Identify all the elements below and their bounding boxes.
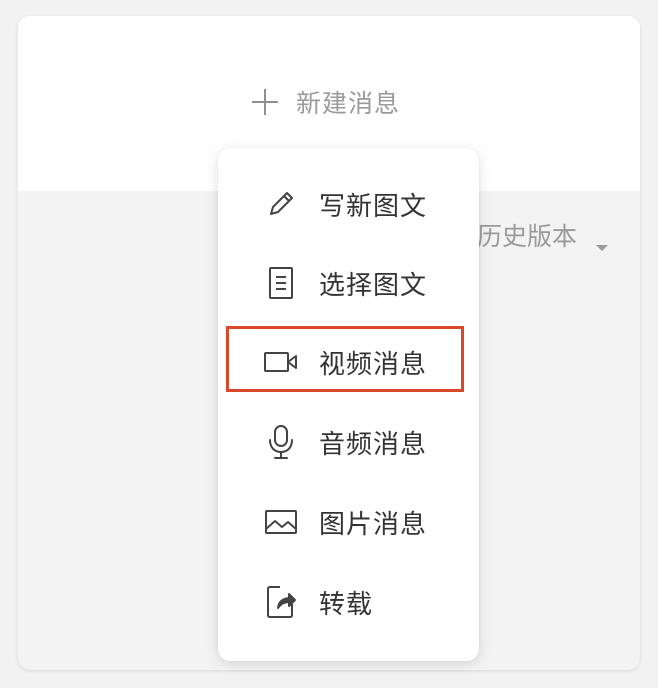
plus-icon: [250, 87, 280, 117]
caret-down-icon: [595, 230, 609, 251]
new-message-label: 新建消息: [296, 89, 401, 118]
menu-item-label: 转载: [319, 589, 374, 620]
menu-item-audio-message[interactable]: 音频消息: [218, 412, 479, 472]
video-camera-icon: [263, 344, 299, 380]
document-icon: [263, 265, 299, 301]
menu-item-label: 写新图文: [319, 191, 428, 222]
share-icon: [263, 584, 299, 620]
image-icon: [263, 504, 299, 540]
menu-item-image-message[interactable]: 图片消息: [218, 492, 479, 552]
menu-item-select-article[interactable]: 选择图文: [218, 253, 479, 313]
menu-item-label: 视频消息: [319, 349, 428, 380]
pencil-icon: [263, 186, 299, 222]
menu-item-write-article[interactable]: 写新图文: [218, 174, 479, 234]
new-message-button[interactable]: 新建消息: [250, 82, 400, 122]
microphone-icon: [263, 424, 299, 460]
menu-item-video-message[interactable]: 视频消息: [218, 332, 479, 392]
menu-item-label: 音频消息: [319, 429, 428, 460]
menu-item-label: 图片消息: [319, 509, 428, 540]
menu-item-label: 选择图文: [319, 270, 428, 301]
menu-item-repost[interactable]: 转载: [218, 572, 479, 632]
new-message-menu: 写新图文 选择图文 视频消息 音频消息 图片消息 转载: [218, 148, 479, 661]
